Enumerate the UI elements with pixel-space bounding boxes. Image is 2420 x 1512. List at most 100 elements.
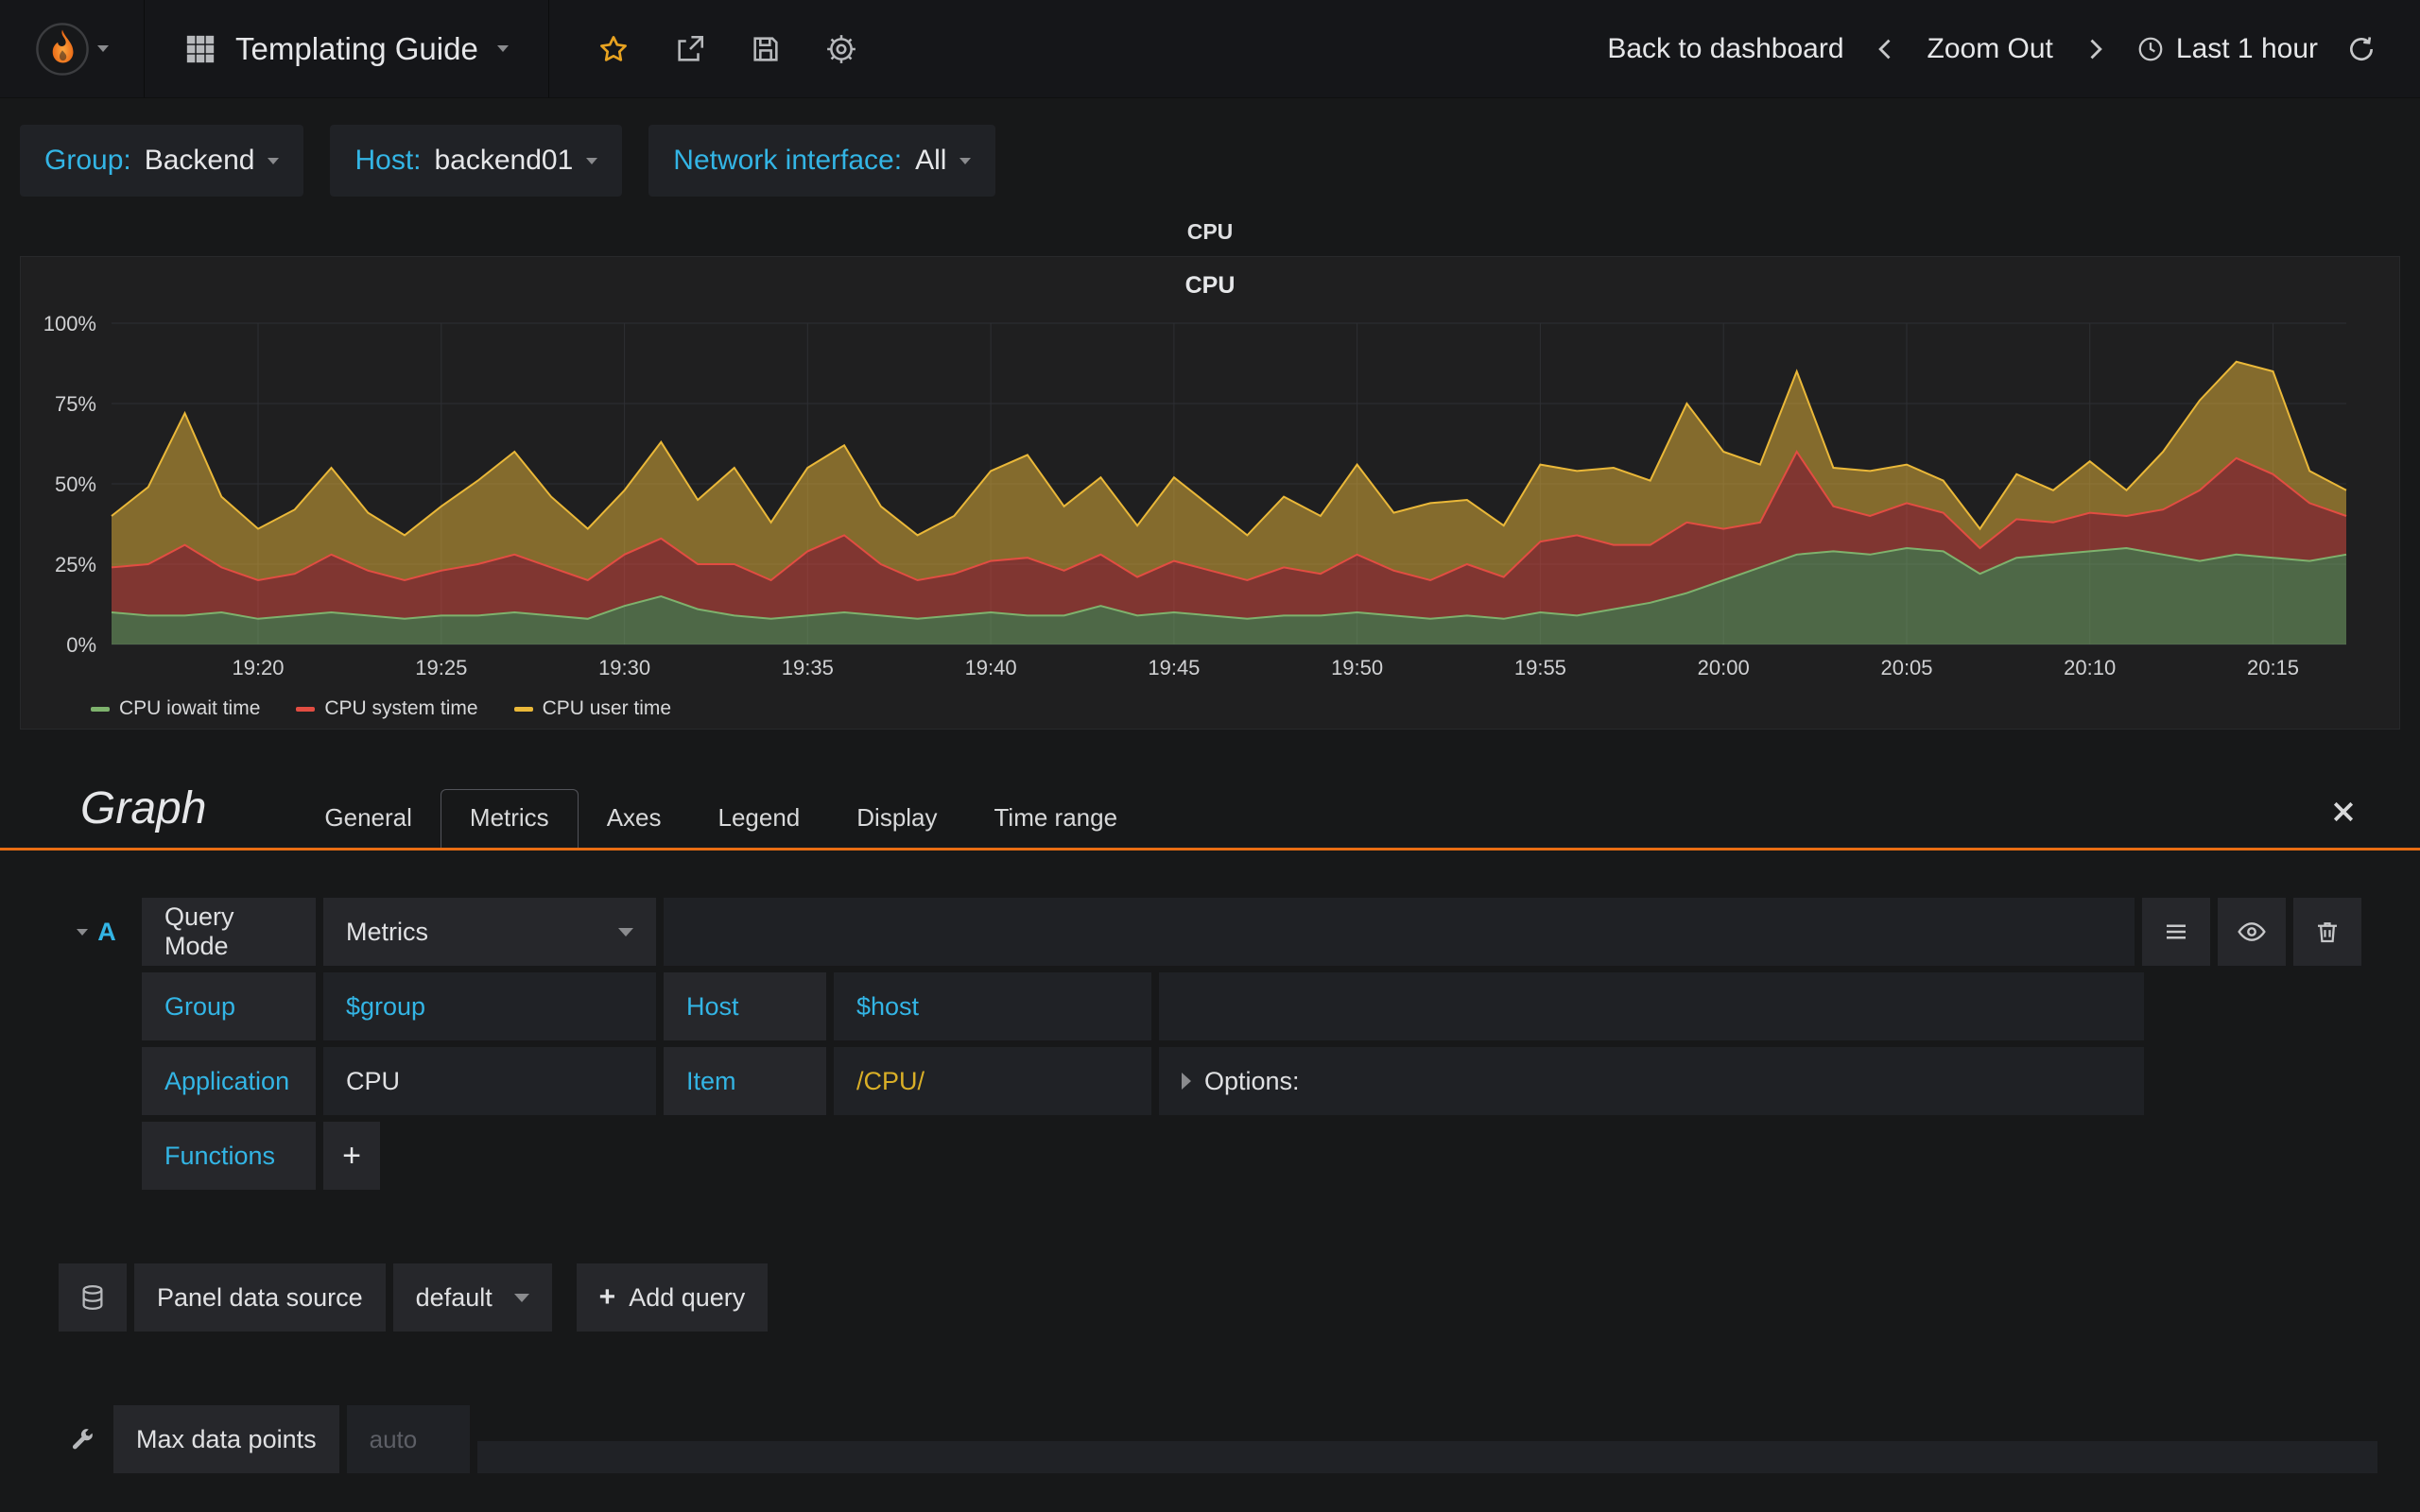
legend-item[interactable]: CPU iowait time	[91, 697, 260, 720]
navbar-actions	[549, 32, 905, 66]
functions-label: Functions	[142, 1122, 316, 1190]
variable-value: backend01	[434, 145, 574, 176]
group-input[interactable]: $group	[323, 972, 656, 1040]
query-editor: A Query Mode Metrics Group $group Host $…	[0, 898, 2420, 1190]
favorite-star-button[interactable]	[596, 32, 631, 66]
chevron-down-icon	[513, 1293, 529, 1302]
item-label: Item	[664, 1047, 826, 1115]
time-range-label: Last 1 hour	[2175, 32, 2318, 64]
variable-label: Network interface:	[673, 145, 903, 176]
database-icon	[82, 1285, 103, 1311]
grid-icon	[186, 35, 215, 62]
eye-icon	[2238, 922, 2266, 941]
back-to-dashboard-button[interactable]: Back to dashboard	[1607, 33, 1843, 65]
panel-editor: Graph General Metrics Axes Legend Display Tim…	[0, 782, 2420, 1473]
add-function-button[interactable]: +	[323, 1122, 380, 1190]
variable-value: All	[915, 145, 947, 176]
variable-label: Group:	[44, 145, 131, 176]
save-icon	[753, 36, 778, 61]
wrench-icon	[72, 1429, 93, 1450]
dashboard-title-menu[interactable]: Templating Guide	[145, 0, 548, 97]
cpu-chart[interactable]: 0% 25% 50% 75% 100% 19:20 19:25 19:30 19:35 19:40…	[21, 310, 2399, 688]
star-icon	[599, 35, 627, 61]
legend-swatch	[91, 706, 110, 712]
query-mode-select[interactable]: Metrics	[323, 898, 656, 966]
hamburger-icon	[2167, 924, 2186, 939]
query-mode-label: Query Mode	[142, 898, 316, 966]
options-label: Options:	[1204, 1066, 1300, 1095]
tab-display[interactable]: Display	[828, 790, 965, 848]
close-editor-button[interactable]	[2329, 798, 2358, 848]
host-label: Host	[664, 972, 826, 1040]
datasource-value: default	[415, 1282, 493, 1312]
max-data-points-field[interactable]	[346, 1405, 470, 1473]
gear-icon	[826, 34, 856, 63]
chevron-down-icon	[268, 157, 280, 164]
grafana-flame-icon	[36, 22, 89, 76]
chevron-down-icon	[959, 157, 972, 164]
legend-item[interactable]: CPU user time	[513, 697, 672, 720]
svg-text:19:30: 19:30	[598, 656, 650, 679]
navbar-right: Back to dashboard Zoom Out Last 1 hour	[1607, 33, 2420, 65]
tab-time-range[interactable]: Time range	[966, 790, 1147, 848]
plus-icon: +	[598, 1281, 616, 1313]
share-icon	[678, 35, 703, 61]
tab-general[interactable]: General	[296, 790, 441, 848]
time-range-picker[interactable]: Last 1 hour	[2136, 33, 2318, 65]
max-data-points-row: Max data points	[59, 1405, 2377, 1473]
variable-netif-dropdown[interactable]: Network interface: All	[648, 125, 996, 197]
svg-text:20:15: 20:15	[2247, 656, 2299, 679]
application-input[interactable]: CPU	[323, 1047, 656, 1115]
datasource-select[interactable]: default	[392, 1263, 552, 1332]
item-input[interactable]: /CPU/	[834, 1047, 1151, 1115]
add-query-button[interactable]: + Add query	[576, 1263, 769, 1332]
indent-spacer	[59, 972, 134, 1040]
svg-text:19:25: 19:25	[415, 656, 467, 679]
refresh-button[interactable]	[2346, 34, 2377, 64]
query-mode-value: Metrics	[346, 917, 428, 946]
legend-swatch	[513, 706, 533, 712]
variable-host-dropdown[interactable]: Host: backend01	[330, 125, 623, 197]
zoom-out-button[interactable]: Zoom Out	[1927, 33, 2053, 65]
graph-panel: CPU 0% 25% 50% 75% 100% 19:20 19:25 19:30 19:35 1…	[20, 256, 2400, 730]
max-data-points-input[interactable]	[369, 1424, 447, 1454]
collapse-query-button[interactable]: A	[59, 898, 134, 966]
legend-item[interactable]: CPU system time	[296, 697, 478, 720]
svg-text:19:50: 19:50	[1331, 656, 1383, 679]
host-input[interactable]: $host	[834, 972, 1151, 1040]
shift-time-forward-button[interactable]	[2082, 36, 2108, 62]
svg-text:75%: 75%	[55, 392, 96, 416]
query-row-application-item: Application CPU Item /CPU/ Options:	[59, 1047, 2144, 1115]
add-query-label: Add query	[629, 1282, 746, 1312]
next-row-edge	[476, 1441, 2377, 1473]
legend-swatch	[296, 706, 316, 712]
max-data-points-label: Max data points	[113, 1405, 339, 1473]
shift-time-back-button[interactable]	[1873, 36, 1899, 62]
settings-button[interactable]	[825, 33, 857, 65]
grafana-logo[interactable]	[0, 0, 144, 97]
datasource-row: Panel data source default + Add query	[59, 1263, 2361, 1332]
toggle-query-visibility-button[interactable]	[2218, 898, 2286, 966]
query-menu-button[interactable]	[2142, 898, 2210, 966]
legend-label: CPU user time	[542, 697, 672, 719]
tab-axes[interactable]: Axes	[579, 790, 690, 848]
share-button[interactable]	[674, 33, 706, 65]
query-row-filler	[664, 898, 2135, 966]
tab-metrics[interactable]: Metrics	[440, 789, 579, 848]
options-toggle[interactable]: Options:	[1159, 1047, 2144, 1115]
application-label: Application	[142, 1047, 316, 1115]
dashboard-row-title[interactable]: CPU	[0, 219, 2420, 245]
panel-title[interactable]: CPU	[21, 257, 2399, 310]
caret-right-icon	[1182, 1073, 1191, 1090]
svg-text:20:00: 20:00	[1698, 656, 1750, 679]
delete-query-button[interactable]	[2293, 898, 2361, 966]
tab-legend[interactable]: Legend	[690, 790, 829, 848]
chevron-down-icon	[586, 157, 598, 164]
save-button[interactable]	[750, 33, 782, 65]
legend-label: CPU system time	[324, 697, 478, 719]
template-variables: Group: Backend Host: backend01 Network i…	[0, 98, 2420, 197]
query-row-filler	[1159, 972, 2144, 1040]
dashboard-title: Templating Guide	[235, 30, 478, 66]
variable-group-dropdown[interactable]: Group: Backend	[20, 125, 304, 197]
svg-text:19:55: 19:55	[1514, 656, 1566, 679]
